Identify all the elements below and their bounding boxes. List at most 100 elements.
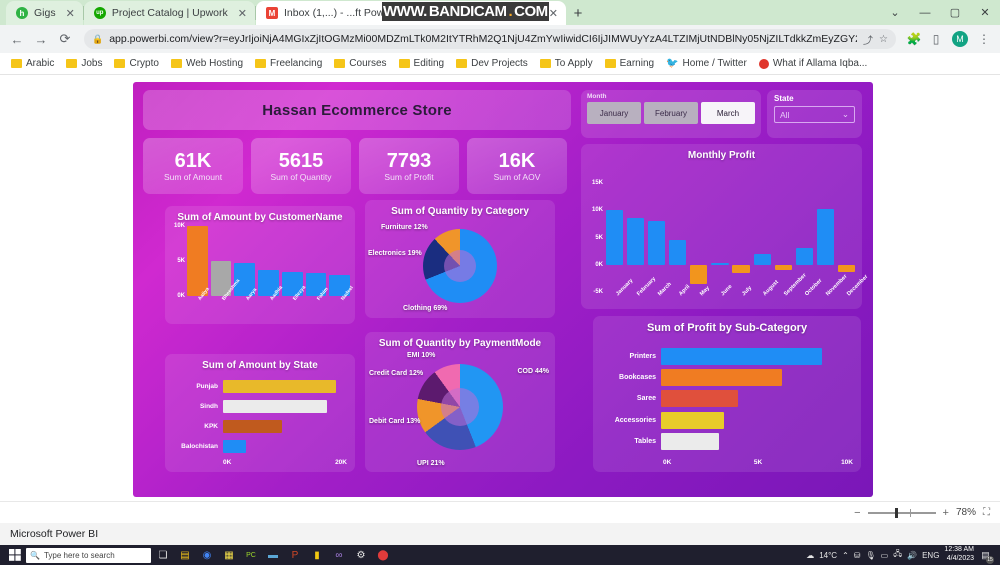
mysql-workbench-icon[interactable]: ▬ <box>263 546 283 564</box>
bar[interactable] <box>223 379 336 393</box>
bar-row[interactable]: Saree <box>599 390 853 408</box>
bar-column[interactable] <box>647 183 666 292</box>
bookmark-item[interactable]: 🐦 Home / Twitter <box>661 56 752 71</box>
zoom-in-button[interactable]: + <box>943 507 949 519</box>
bar[interactable] <box>605 210 624 265</box>
bar-column[interactable] <box>668 183 687 292</box>
bar[interactable] <box>774 264 792 271</box>
fit-to-page-icon[interactable]: ⛶ <box>983 507 990 518</box>
bar[interactable] <box>648 221 666 265</box>
bar-column[interactable] <box>816 183 835 292</box>
puzzle-icon[interactable]: 🧩 <box>904 29 924 49</box>
onedrive-icon[interactable]: ⛁ <box>854 551 861 560</box>
windows-start-icon[interactable] <box>6 547 24 563</box>
bar[interactable] <box>753 253 771 265</box>
bar[interactable] <box>690 264 708 284</box>
file-explorer-icon[interactable]: ▤ <box>175 546 195 564</box>
chart-monthly-profit[interactable]: Monthly Profit 15K 10K 5K 0K -5K January Febr… <box>581 144 870 309</box>
bar-row[interactable]: Tables <box>599 432 853 450</box>
slicer-option-january[interactable]: January <box>587 102 641 124</box>
notifications-icon[interactable]: ▤ 15 <box>979 549 994 564</box>
bar[interactable] <box>223 399 328 413</box>
tab-close-icon[interactable]: ✕ <box>238 7 247 20</box>
bandicam-record-icon[interactable]: ⬤ <box>373 546 393 564</box>
close-window-button[interactable]: ✕ <box>970 0 1000 25</box>
chart-quantity-by-paymentmode[interactable]: Sum of Quantity by PaymentMode EMI 10% C… <box>365 332 555 472</box>
bar-row[interactable]: Sindh <box>171 399 347 413</box>
volume-icon[interactable]: 🔊 <box>907 551 917 560</box>
pycharm-icon[interactable]: PC <box>241 546 261 564</box>
bookmark-item[interactable]: To Apply <box>535 56 598 71</box>
bar-column[interactable] <box>605 183 624 292</box>
bar-column[interactable] <box>626 183 645 292</box>
network-icon[interactable]: 🖧 <box>893 548 902 562</box>
bar[interactable] <box>669 240 687 265</box>
bookmark-star-icon[interactable]: ☆ <box>879 34 888 45</box>
tab-search-icon[interactable]: ⌄ <box>880 0 910 25</box>
bar[interactable] <box>661 432 719 450</box>
chrome-icon[interactable]: ◉ <box>197 546 217 564</box>
bookmark-item[interactable]: Freelancing <box>250 56 327 71</box>
visual-studio-icon[interactable]: ∞ <box>329 546 349 564</box>
avatar[interactable]: M <box>952 31 968 47</box>
bar[interactable] <box>223 419 283 433</box>
kpi-card-aov[interactable]: 16K Sum of AOV <box>467 138 567 194</box>
bar-row[interactable]: Printers <box>599 348 853 366</box>
language-indicator[interactable]: ENG <box>922 551 939 560</box>
kpi-card-amount[interactable]: 61K Sum of Amount <box>143 138 243 194</box>
tab-close-icon[interactable]: ✕ <box>66 7 75 20</box>
zoom-out-button[interactable]: − <box>854 507 860 519</box>
reload-button[interactable]: ⟳ <box>54 28 76 50</box>
bookmark-item[interactable]: Editing <box>394 56 450 71</box>
bar-row[interactable]: Punjab <box>171 379 347 393</box>
bar-column[interactable] <box>710 183 729 292</box>
bar[interactable] <box>661 411 725 429</box>
bar-column[interactable] <box>731 183 750 292</box>
battery-icon[interactable]: ▭ <box>881 551 889 560</box>
microphone-icon[interactable]: 🎙 <box>865 551 875 560</box>
bar[interactable] <box>223 439 246 453</box>
weather-temp[interactable]: 14°C <box>819 551 837 560</box>
search-input[interactable]: 🔍 Type here to search <box>26 547 151 563</box>
chart-quantity-by-category[interactable]: Sum of Quantity by Category Furniture 12… <box>365 200 555 318</box>
tab-close-icon[interactable]: ✕ <box>549 7 558 20</box>
state-filter[interactable]: State All ⌄ <box>767 90 862 138</box>
new-tab-button[interactable]: + <box>566 1 590 25</box>
bar[interactable] <box>795 248 813 265</box>
bar-row[interactable]: KPK <box>171 419 347 433</box>
bar-column[interactable] <box>774 183 793 292</box>
bar[interactable] <box>187 226 208 296</box>
bookmark-item[interactable]: Dev Projects <box>451 56 533 71</box>
browser-tab-0[interactable]: h Gigs ✕ <box>6 1 83 25</box>
maximize-button[interactable]: ▢ <box>940 0 970 25</box>
bar[interactable] <box>837 264 855 272</box>
sticky-notes-icon[interactable]: ▦ <box>219 546 239 564</box>
zoom-slider-thumb[interactable] <box>894 507 898 518</box>
cloud-icon[interactable]: ☁ <box>806 551 814 560</box>
minimize-button[interactable]: — <box>910 0 940 25</box>
bookmark-item[interactable]: Earning <box>600 56 659 71</box>
chart-amount-by-state[interactable]: Sum of Amount by State Punjab Sindh KPK Bal… <box>165 354 355 472</box>
settings-icon[interactable]: ⚙ <box>351 546 371 564</box>
bar[interactable] <box>711 263 729 265</box>
bar[interactable] <box>661 369 782 387</box>
browser-tab-1[interactable]: up Project Catalog | Upwork ✕ <box>83 1 255 25</box>
address-bar[interactable]: 🔒 app.powerbi.com/view?r=eyJrIjoiNjA4MGI… <box>84 29 896 49</box>
chart-amount-by-customer[interactable]: Sum of Amount by CustomerName 10K 5K 0K Aa… <box>165 206 355 324</box>
bar[interactable] <box>732 264 750 273</box>
slicer-option-march[interactable]: March <box>701 102 755 124</box>
bookmark-item[interactable]: What if Allama Iqba... <box>754 56 873 71</box>
clock[interactable]: 12:38 AM 4/4/2023 <box>944 546 974 564</box>
bar[interactable] <box>627 217 645 265</box>
bar-row[interactable]: Accessories <box>599 411 853 429</box>
bookmark-item[interactable]: Web Hosting <box>166 56 248 71</box>
donut-chart[interactable] <box>423 229 497 303</box>
kpi-card-profit[interactable]: 7793 Sum of Profit <box>359 138 459 194</box>
power-bi-icon[interactable]: ▮ <box>307 546 327 564</box>
kpi-card-quantity[interactable]: 5615 Sum of Quantity <box>251 138 351 194</box>
bar[interactable] <box>816 208 834 265</box>
month-slicer[interactable]: Month January February March <box>581 90 761 138</box>
bar-row[interactable]: Balochistan <box>171 439 347 453</box>
forward-button[interactable]: → <box>30 28 52 50</box>
chevron-down-icon[interactable]: ⌄ <box>842 109 849 120</box>
